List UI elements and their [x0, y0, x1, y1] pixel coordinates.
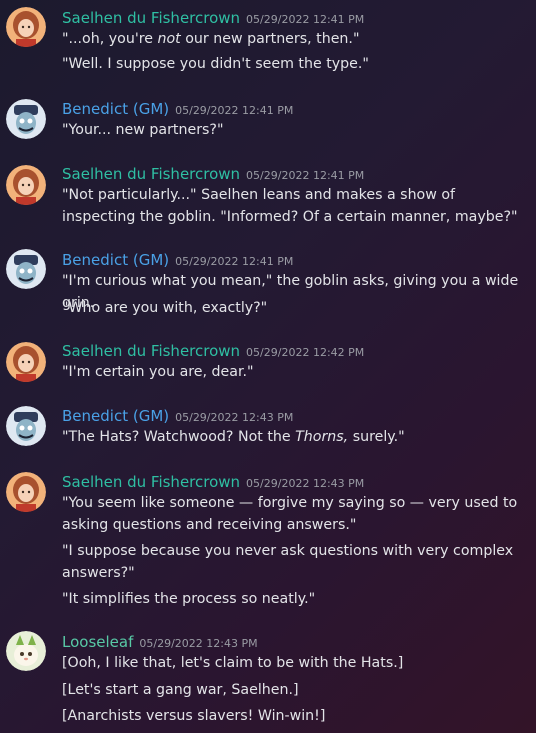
woman-portrait-avatar[interactable]	[6, 342, 46, 382]
timestamp: 05/29/2022 12:43 PM	[139, 637, 258, 650]
woman-portrait-avatar[interactable]	[6, 7, 46, 47]
goblin-portrait-avatar[interactable]	[6, 249, 46, 289]
author-name[interactable]: Saelhen du Fishercrown	[62, 9, 240, 27]
message-text: "Your... new partners?"	[62, 122, 224, 138]
woman-portrait-avatar[interactable]	[6, 165, 46, 205]
message-text: "The Hats? Watchwood? Not the Thorns, su…	[62, 429, 405, 445]
timestamp: 05/29/2022 12:42 PM	[246, 346, 365, 359]
message-text: "Who are you with, exactly?"	[62, 300, 268, 316]
author-name[interactable]: Looseleaf	[62, 633, 133, 651]
message-text: [Let's start a gang war, Saelhen.]	[62, 682, 299, 698]
author-name[interactable]: Benedict (GM)	[62, 251, 169, 269]
timestamp: 05/29/2022 12:41 PM	[175, 104, 294, 117]
timestamp: 05/29/2022 12:41 PM	[175, 255, 294, 268]
author-name[interactable]: Benedict (GM)	[62, 100, 169, 118]
timestamp: 05/29/2022 12:43 PM	[175, 411, 294, 424]
message-text: "I suppose because you never ask questio…	[62, 543, 514, 581]
author-name[interactable]: Saelhen du Fishercrown	[62, 473, 240, 491]
timestamp: 05/29/2022 12:41 PM	[246, 13, 365, 26]
emphasis-text: Thorns,	[295, 429, 349, 445]
message-text: "...oh, you're not our new partners, the…	[62, 31, 360, 47]
emphasis-text: not	[157, 31, 181, 47]
creature-portrait-avatar[interactable]	[6, 631, 46, 671]
timestamp: 05/29/2022 12:41 PM	[246, 169, 365, 182]
author-name[interactable]: Saelhen du Fishercrown	[62, 342, 240, 360]
goblin-portrait-avatar[interactable]	[6, 406, 46, 446]
message-text: [Anarchists versus slavers! Win-win!]	[62, 708, 326, 724]
message-text: "It simplifies the process so neatly."	[62, 591, 316, 607]
message-text: "Not particularly..." Saelhen leans and …	[62, 187, 518, 225]
message-text: "Well. I suppose you didn't seem the typ…	[62, 56, 369, 72]
timestamp: 05/29/2022 12:43 PM	[246, 477, 365, 490]
author-name[interactable]: Saelhen du Fishercrown	[62, 165, 240, 183]
message-text: "I'm certain you are, dear."	[62, 364, 254, 380]
woman-portrait-avatar[interactable]	[6, 472, 46, 512]
message-text: [Ooh, I like that, let's claim to be wit…	[62, 655, 404, 671]
goblin-portrait-avatar[interactable]	[6, 99, 46, 139]
message-text: "You seem like someone — forgive my sayi…	[62, 495, 518, 533]
author-name[interactable]: Benedict (GM)	[62, 407, 169, 425]
